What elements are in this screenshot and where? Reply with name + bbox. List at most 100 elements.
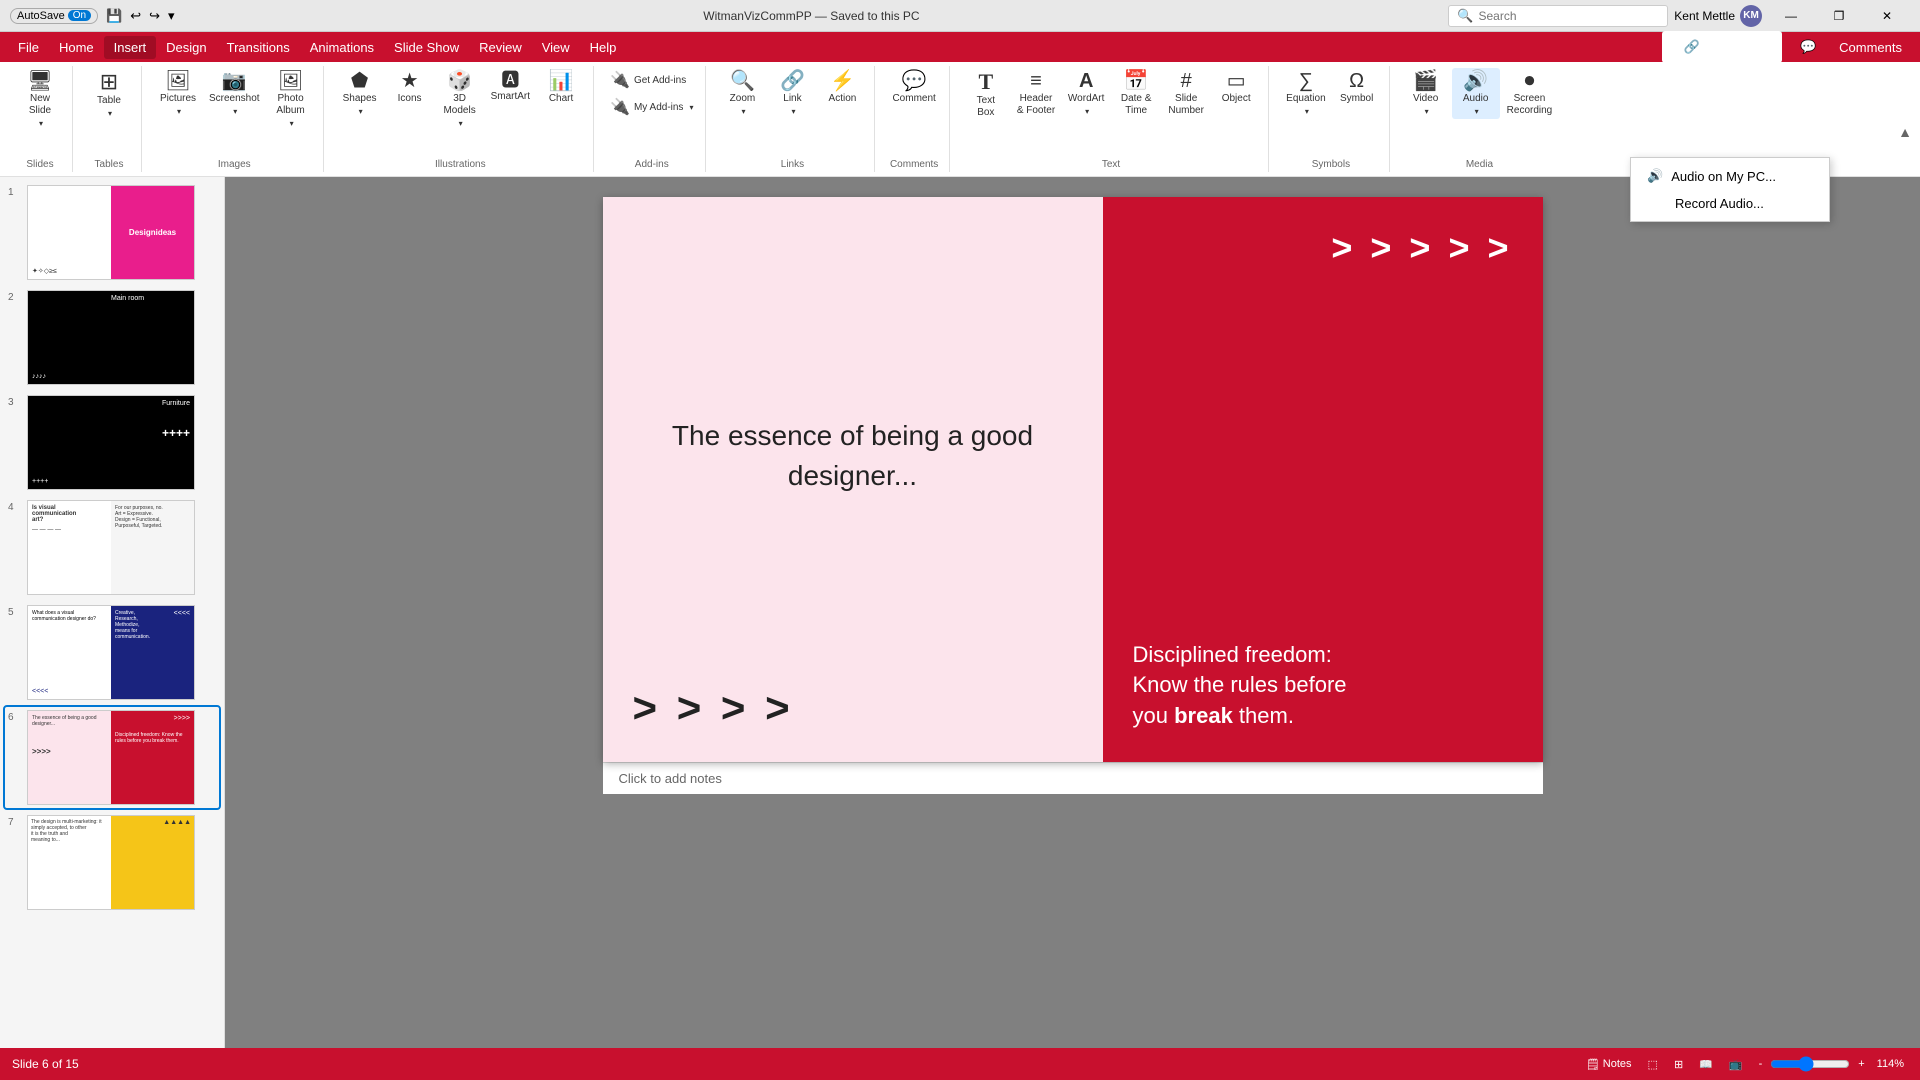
media-group-label: Media [1402, 159, 1558, 170]
get-addins-button[interactable]: 🔌 Get Add-ins [606, 68, 690, 92]
wordart-button[interactable]: A WordArt [1062, 68, 1110, 119]
screen-recording-button[interactable]: ⏺ ScreenRecording [1502, 68, 1558, 120]
menu-animations[interactable]: Animations [300, 36, 384, 59]
slide-quote[interactable]: Disciplined freedom: Know the rules befo… [1133, 640, 1513, 732]
zoom-controls: - + 114% [1755, 1056, 1908, 1072]
links-group-label: Links [718, 159, 866, 170]
audio-dropdown-menu: 🔊 Audio on My PC... Record Audio... [1630, 157, 1830, 222]
ribbon-collapse-button[interactable]: ▲ [1898, 124, 1912, 140]
tables-group-label: Tables [85, 159, 133, 170]
link-button[interactable]: 🔗 Link [768, 68, 816, 119]
reading-view-button[interactable]: 📖 [1695, 1056, 1717, 1073]
text-group-label: Text [962, 159, 1260, 170]
3d-models-button[interactable]: 🎲 3DModels [436, 68, 484, 131]
textbox-button[interactable]: T TextBox [962, 68, 1010, 122]
restore-button[interactable]: ❐ [1816, 0, 1862, 32]
slide-title[interactable]: The essence of being a good designer... [633, 416, 1073, 494]
zoom-icon: 🔍 [730, 71, 755, 91]
quote-line2: Know the rules before [1133, 672, 1347, 697]
table-button[interactable]: ⊞ Table [85, 68, 133, 121]
slide-sorter-button[interactable]: ⊞ [1670, 1056, 1687, 1073]
main-area: 1 Designideas ✦✧◇≥≤ 2 Main room ♪♪♪♪ 3 F… [0, 177, 1920, 1048]
comments-icon: 💬 [1790, 35, 1826, 59]
ribbon-group-tables: ⊞ Table Tables [77, 66, 142, 172]
menu-transitions[interactable]: Transitions [217, 36, 300, 59]
notes-button[interactable]: 🗒 Notes [1582, 1056, 1636, 1073]
menu-review[interactable]: Review [469, 36, 532, 59]
icons-icon: ★ [401, 71, 419, 91]
equation-button[interactable]: ∑ Equation [1281, 68, 1330, 119]
slide-num-7: 7 [8, 815, 22, 828]
menu-help[interactable]: Help [580, 36, 627, 59]
quote-line3: you [1133, 703, 1175, 728]
slide-thumb-2[interactable]: 2 Main room ♪♪♪♪ [5, 287, 219, 388]
autosave-state[interactable]: On [68, 10, 91, 21]
undo-icon[interactable]: ↩ [130, 8, 141, 24]
slide-thumb-3[interactable]: 3 Furniture ++++ ++++ [5, 392, 219, 493]
slide-thumb-6[interactable]: 6 The essence of being a good designer..… [5, 707, 219, 808]
photo-album-button[interactable]: 🖼 PhotoAlbum [267, 68, 315, 131]
chart-button[interactable]: 📊 Chart [537, 68, 585, 108]
audio-on-pc-item[interactable]: 🔊 Audio on My PC... [1631, 162, 1829, 190]
shapes-button[interactable]: ⬟ Shapes [336, 68, 384, 119]
photo-album-icon: 🖼 [278, 71, 303, 91]
textbox-icon: T [978, 71, 993, 93]
save-icon[interactable]: 💾 [106, 8, 122, 24]
window-controls: — ❐ ✕ [1768, 0, 1910, 32]
menu-view[interactable]: View [532, 36, 580, 59]
comment-button[interactable]: 💬 Comment [887, 68, 940, 108]
share-button[interactable]: 🔗 Share [1662, 31, 1782, 63]
slide-image-1: Designideas ✦✧◇≥≤ [27, 185, 195, 280]
zoom-button[interactable]: 🔍 Zoom [718, 68, 766, 119]
minimize-button[interactable]: — [1768, 0, 1814, 32]
zoom-slider-input[interactable] [1770, 1056, 1850, 1072]
slide-thumb-7[interactable]: 7 The design is multi-marketing: it simp… [5, 812, 219, 913]
search-input[interactable] [1478, 9, 1658, 23]
screenshot-button[interactable]: 📷 Screenshot [204, 68, 265, 119]
slide-thumb-5[interactable]: 5 What does a visual communication desig… [5, 602, 219, 703]
comment-icon: 💬 [902, 71, 927, 91]
ribbon-group-media: 🎬 Video 🔊 Audio ⏺ ScreenRecording Media [1394, 66, 1566, 172]
audio-button[interactable]: 🔊 Audio [1452, 68, 1500, 119]
zoom-out-button[interactable]: - [1755, 1056, 1767, 1072]
screen-recording-icon: ⏺ [1524, 71, 1534, 91]
slide-thumb-1[interactable]: 1 Designideas ✦✧◇≥≤ [5, 182, 219, 283]
status-bar: Slide 6 of 15 🗒 Notes ⬚ ⊞ 📖 📺 - + 114% [0, 1048, 1920, 1080]
object-button[interactable]: ▭ Object [1212, 68, 1260, 108]
pictures-icon: 🖼 [165, 71, 190, 91]
menu-insert[interactable]: Insert [104, 36, 157, 59]
icons-button[interactable]: ★ Icons [386, 68, 434, 108]
record-audio-item[interactable]: Record Audio... [1631, 190, 1829, 217]
slide-number-button[interactable]: # SlideNumber [1162, 68, 1210, 120]
menu-file[interactable]: File [8, 36, 49, 59]
comments-button[interactable]: 💬 Comments [1790, 35, 1912, 59]
search-box[interactable]: 🔍 [1448, 5, 1668, 27]
header-footer-button[interactable]: ≡ Header& Footer [1012, 68, 1060, 120]
slide-thumb-4[interactable]: 4 Is visualcommunicationart? — — — — For… [5, 497, 219, 598]
redo-icon[interactable]: ↪ [149, 8, 160, 24]
symbol-button[interactable]: Ω Symbol [1333, 68, 1381, 108]
presenter-view-button[interactable]: 📺 [1725, 1056, 1747, 1073]
my-addins-button[interactable]: 🔌 My Add-ins [606, 95, 697, 119]
smartart-button[interactable]: 🅰 SmartArt [486, 68, 535, 106]
pictures-button[interactable]: 🖼 Pictures [154, 68, 202, 119]
ribbon-group-text: T TextBox ≡ Header& Footer A WordArt 📅 D… [954, 66, 1269, 172]
datetime-button[interactable]: 📅 Date &Time [1112, 68, 1160, 120]
autosave-badge[interactable]: AutoSave On [10, 8, 98, 24]
menu-home[interactable]: Home [49, 36, 104, 59]
notes-bar[interactable]: Click to add notes [603, 762, 1543, 794]
my-addins-icon: 🔌 [610, 97, 630, 117]
close-button[interactable]: ✕ [1864, 0, 1910, 32]
new-slide-button[interactable]: 🖥 NewSlide [16, 68, 64, 131]
symbols-group-label: Symbols [1281, 159, 1380, 170]
ribbon-group-addins: 🔌 Get Add-ins 🔌 My Add-ins Add-ins [598, 66, 706, 172]
normal-view-button[interactable]: ⬚ [1644, 1056, 1662, 1073]
document-title: WitmanVizCommPP — Saved to this PC [703, 9, 919, 23]
video-button[interactable]: 🎬 Video [1402, 68, 1450, 119]
action-button[interactable]: ⚡ Action [818, 68, 866, 108]
user-avatar[interactable]: KM [1740, 5, 1762, 27]
menu-slideshow[interactable]: Slide Show [384, 36, 469, 59]
zoom-level[interactable]: 114% [1873, 1056, 1908, 1072]
zoom-in-button[interactable]: + [1854, 1056, 1868, 1072]
menu-design[interactable]: Design [156, 36, 216, 59]
